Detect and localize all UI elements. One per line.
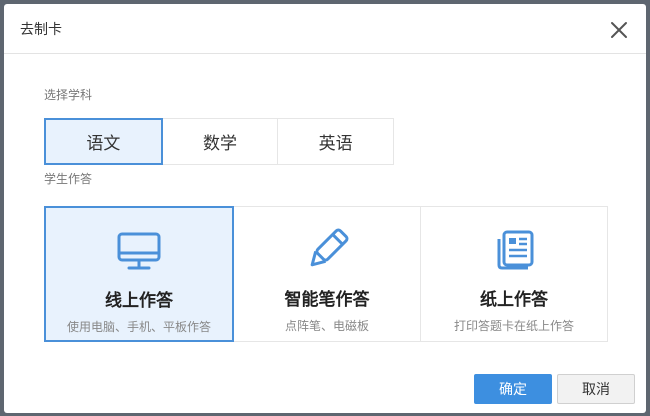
tab-math[interactable]: 数学 bbox=[161, 118, 279, 165]
tab-english[interactable]: 英语 bbox=[277, 118, 395, 165]
mode-title: 智能笔作答 bbox=[284, 290, 370, 310]
tab-label: 英语 bbox=[318, 134, 353, 154]
document-icon bbox=[497, 230, 534, 270]
mode-title: 纸上作答 bbox=[480, 290, 548, 310]
mode-description: 点阵笔、电磁板 bbox=[284, 319, 369, 333]
dialog-header: 去制卡 bbox=[4, 4, 646, 54]
confirm-button[interactable]: 确定 bbox=[474, 374, 552, 404]
mode-description: 打印答题卡在纸上作答 bbox=[453, 319, 574, 333]
answer-section-label: 学生作答 bbox=[44, 172, 93, 186]
tab-label: 语文 bbox=[86, 134, 121, 154]
mode-card-online[interactable]: 线上作答 使用电脑、手机、平板作答 bbox=[44, 206, 234, 342]
subject-section-label: 选择学科 bbox=[44, 88, 93, 102]
dialog-title: 去制卡 bbox=[20, 22, 62, 38]
cancel-button[interactable]: 取消 bbox=[557, 374, 635, 404]
mode-description: 使用电脑、手机、平板作答 bbox=[66, 320, 211, 334]
pen-icon bbox=[310, 228, 349, 267]
answer-mode-cards: 线上作答 使用电脑、手机、平板作答 智能笔作答 点阵笔、电磁板 纸上作答 打印答… bbox=[44, 206, 608, 342]
tab-label: 数学 bbox=[203, 134, 237, 154]
close-button[interactable] bbox=[607, 18, 631, 42]
close-icon bbox=[611, 22, 627, 38]
mode-card-smart-pen[interactable]: 智能笔作答 点阵笔、电磁板 bbox=[233, 206, 421, 342]
mode-card-paper[interactable]: 纸上作答 打印答题卡在纸上作答 bbox=[420, 206, 608, 342]
mode-title: 线上作答 bbox=[105, 291, 173, 311]
monitor-icon bbox=[117, 232, 161, 270]
tab-chinese[interactable]: 语文 bbox=[44, 118, 163, 165]
create-card-dialog: 去制卡 选择学科 语文 数学 英语 学生作答 线上作答 使用电脑、手机、平板作答… bbox=[4, 4, 646, 413]
subject-tabs: 语文 数学 英语 bbox=[44, 118, 395, 165]
